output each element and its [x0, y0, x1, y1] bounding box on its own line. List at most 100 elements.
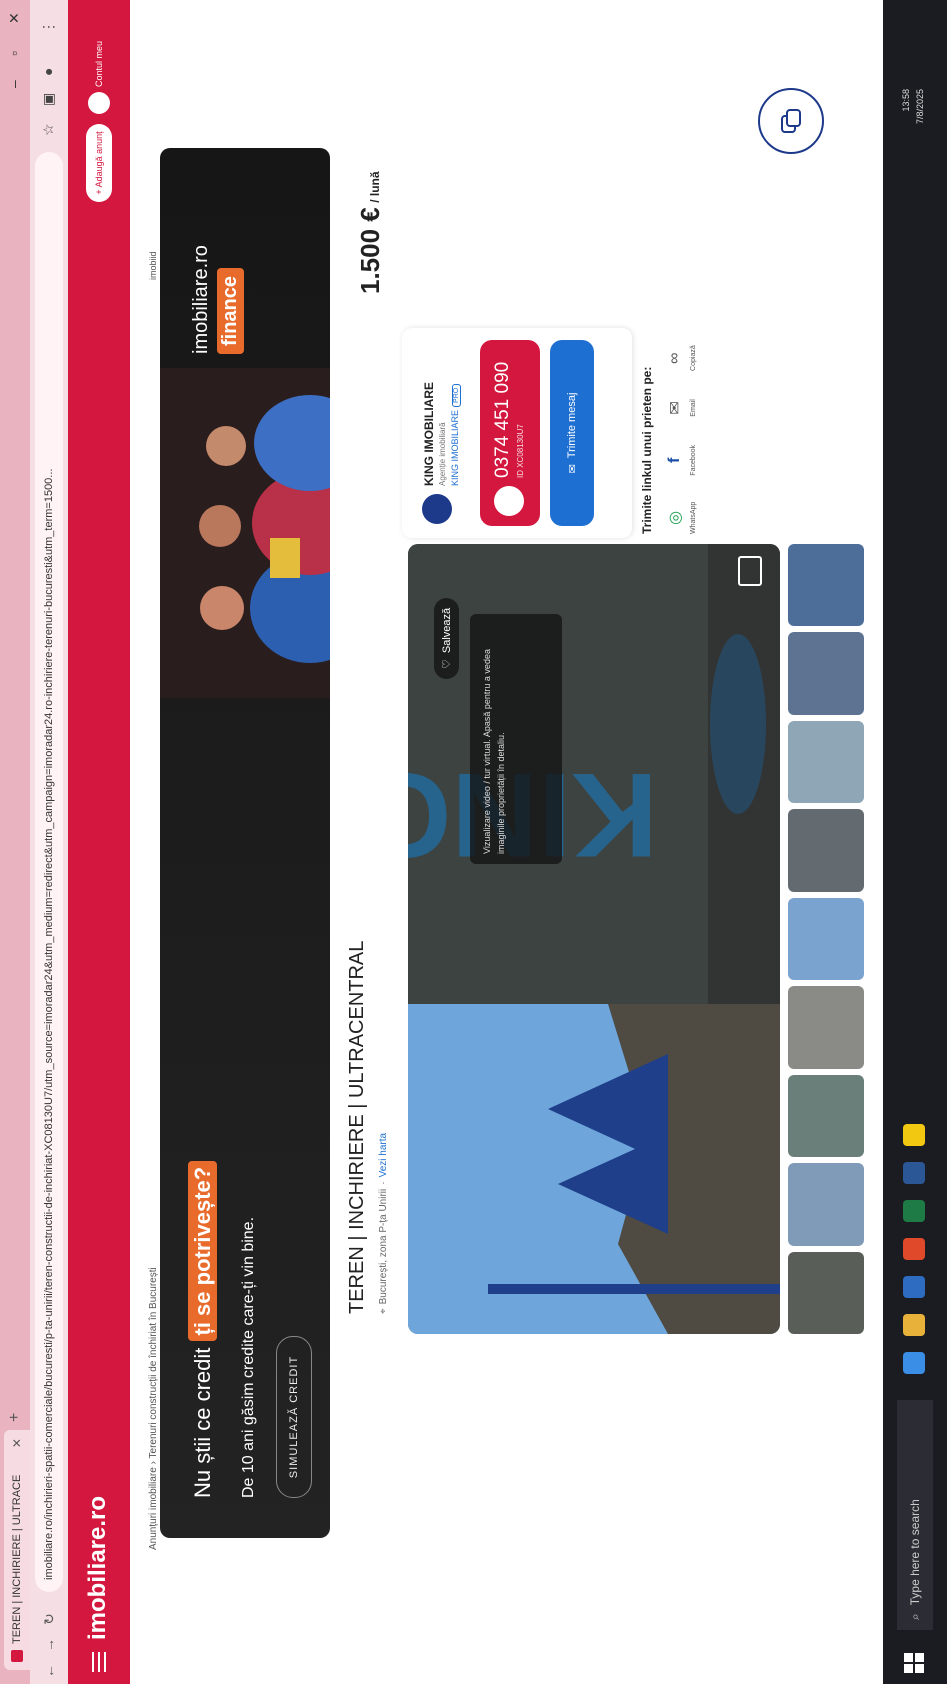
taskbar-search[interactable]: ⌕ Type here to search: [897, 1400, 933, 1630]
listing-price: 1.500 € / lună: [355, 171, 386, 294]
thumbnail[interactable]: [788, 632, 864, 715]
agent-name[interactable]: KING IMOBILIARE: [422, 382, 436, 486]
location-text: București, zona P-ța Unirii: [378, 1188, 389, 1305]
save-label: Salvează: [440, 607, 453, 654]
price-unit: / lună: [368, 171, 382, 203]
windows-start-icon[interactable]: [903, 1652, 930, 1674]
outlook-icon[interactable]: [903, 1276, 925, 1298]
windows-taskbar: ⌕ Type here to search 13:58 7/8/2025: [883, 0, 947, 1684]
clock-time: 13:58: [901, 88, 911, 112]
map-link[interactable]: Vezi harta: [378, 1133, 389, 1177]
location-pin-icon: ⌖: [378, 1308, 389, 1314]
agent-company[interactable]: KING IMOBILIARE PRO: [450, 383, 461, 486]
finance-logo-tag: finance: [217, 267, 244, 354]
banner-title-highlight: ți se potrivește?: [188, 1160, 217, 1342]
profile-icon[interactable]: ●: [40, 68, 56, 76]
account-label: Contul meu: [94, 40, 104, 87]
breadcrumb[interactable]: Anunțuri imobiliare › Terenuri construcț…: [148, 1267, 159, 1550]
gallery-tooltip: Vizualizare video / tur virtual. Apasă p…: [470, 614, 562, 864]
share-whatsapp[interactable]: ◎ WhatsApp: [664, 502, 697, 534]
agent-badge: PRO: [452, 383, 461, 407]
thumbnail[interactable]: [788, 720, 864, 804]
link-icon: ∞: [666, 352, 683, 364]
user-avatar-icon: [88, 92, 110, 114]
edge-icon[interactable]: [903, 1352, 925, 1374]
share-facebook[interactable]: f Facebook: [664, 445, 697, 476]
banner-title-text: Nu știi ce credit: [190, 1341, 215, 1498]
minimize-icon[interactable]: –: [6, 80, 22, 88]
tab-title: TEREN | INCHIRIERE | ULTRACE: [11, 1474, 23, 1644]
word-icon[interactable]: [903, 1162, 925, 1184]
account-menu[interactable]: Contul meu: [86, 41, 112, 114]
chat-button[interactable]: [758, 88, 824, 154]
banner-subtitle: De 10 ani găsim credite care-ți vin bine…: [240, 1216, 257, 1498]
site-favicon-icon: [11, 1650, 23, 1662]
address-bar[interactable]: imobiliare.ro/inchirieri-spatii-comercia…: [35, 152, 63, 1592]
browser-tab[interactable]: TEREN | INCHIRIERE | ULTRACE ✕: [4, 1430, 30, 1670]
agent-card: KING IMOBILIARE Agenție imobiliară KING …: [402, 328, 632, 538]
chrome-icon[interactable]: [903, 1238, 925, 1260]
search-icon: ⌕: [907, 1613, 922, 1620]
share-copy-link[interactable]: ∞ Copiază: [664, 345, 697, 371]
thumbnail[interactable]: [788, 544, 864, 627]
thumbnail[interactable]: [788, 986, 864, 1069]
url-text: imobiliare.ro/inchirieri-spatii-comercia…: [43, 468, 55, 1580]
price-value: 1.500 €: [355, 207, 385, 294]
send-message-label: Trimite mesaj: [566, 392, 578, 459]
forward-icon[interactable]: →: [41, 1632, 57, 1658]
site-logo[interactable]: imobiliare.ro: [84, 1496, 112, 1640]
thumbnail-strip: [788, 544, 864, 1334]
finance-promo-banner[interactable]: Nu știi ce credit ți se potrivește? De 1…: [160, 148, 330, 1538]
clock-date: 7/8/2025: [915, 88, 925, 124]
save-listing-button[interactable]: ♡ Salvează: [434, 597, 459, 679]
listing-title: TEREN | INCHIRIERE | ULTRACENTRAL: [346, 940, 368, 1314]
back-icon[interactable]: ←: [41, 1658, 57, 1684]
thumbnail[interactable]: [788, 1251, 864, 1334]
banner-title: Nu știi ce credit ți se potrivește?: [188, 1160, 217, 1498]
screen: TEREN | INCHIRIERE | ULTRACE ✕ + – ▫ ✕ ←…: [0, 0, 947, 1684]
system-tray-clock[interactable]: 13:58 7/8/2025: [899, 89, 927, 124]
extensions-icon[interactable]: ▣: [40, 93, 57, 106]
thumbnail[interactable]: [788, 897, 864, 981]
main-photo[interactable]: KING ♡ Salvează Vizualizare video / tur …: [408, 544, 780, 1334]
phone-icon: [494, 486, 524, 516]
thumbnail[interactable]: [788, 809, 864, 892]
listing-id: imobiid: [148, 251, 158, 280]
phone-subtext: ID XC08130U7: [516, 424, 525, 478]
simulate-credit-button[interactable]: SIMULEAZĂ CREDIT: [276, 1336, 312, 1498]
send-message-button[interactable]: ✉ Trimite mesaj: [550, 340, 594, 526]
new-tab-button[interactable]: +: [6, 1413, 24, 1422]
facebook-icon: f: [666, 457, 683, 463]
share-label: Facebook: [690, 444, 697, 476]
thumbnail[interactable]: [788, 1074, 864, 1158]
add-listing-button[interactable]: + Adaugă anunț: [86, 124, 112, 202]
chat-icon: [781, 109, 801, 133]
close-window-icon[interactable]: ✕: [6, 12, 23, 24]
browser-toolbar: ← → ↻ imobiliare.ro/inchirieri-spatii-co…: [30, 0, 68, 1684]
call-button[interactable]: 0374 451 090 ID XC08130U7: [480, 340, 540, 526]
listing-photo-image: KING: [408, 544, 780, 1334]
reload-icon[interactable]: ↻: [41, 1606, 58, 1632]
thumbnail[interactable]: [788, 1163, 864, 1246]
heart-icon: ♡: [441, 659, 453, 669]
taskbar-apps: [903, 1124, 925, 1374]
share-icons: ◎ WhatsApp f Facebook ✉ Email ∞ Copiază: [664, 345, 697, 534]
share-label: Copiază: [690, 345, 697, 371]
file-explorer-icon[interactable]: [903, 1314, 925, 1336]
app-icon[interactable]: [903, 1124, 925, 1146]
maximize-icon[interactable]: ▫: [6, 51, 22, 56]
message-icon: ✉: [566, 464, 579, 474]
menu-icon[interactable]: [88, 1652, 110, 1672]
bookmark-star-icon[interactable]: ☆: [40, 123, 57, 136]
share-label: Email: [690, 399, 697, 417]
agency-logo-icon: [422, 494, 452, 524]
tab-close-icon[interactable]: ✕: [10, 1438, 24, 1448]
site-header: imobiliare.ro + Adaugă anunț Contul meu: [68, 0, 130, 1684]
fullscreen-icon[interactable]: [738, 556, 762, 586]
phone-number: 0374 451 090: [492, 361, 513, 478]
finance-logo-name: imobiliare.ro: [190, 245, 212, 354]
browser-menu-icon[interactable]: ⋮: [40, 20, 57, 34]
finance-logo: imobiliare.ro finance: [190, 245, 244, 354]
excel-icon[interactable]: [903, 1200, 925, 1222]
share-email[interactable]: ✉ Email: [664, 397, 697, 419]
